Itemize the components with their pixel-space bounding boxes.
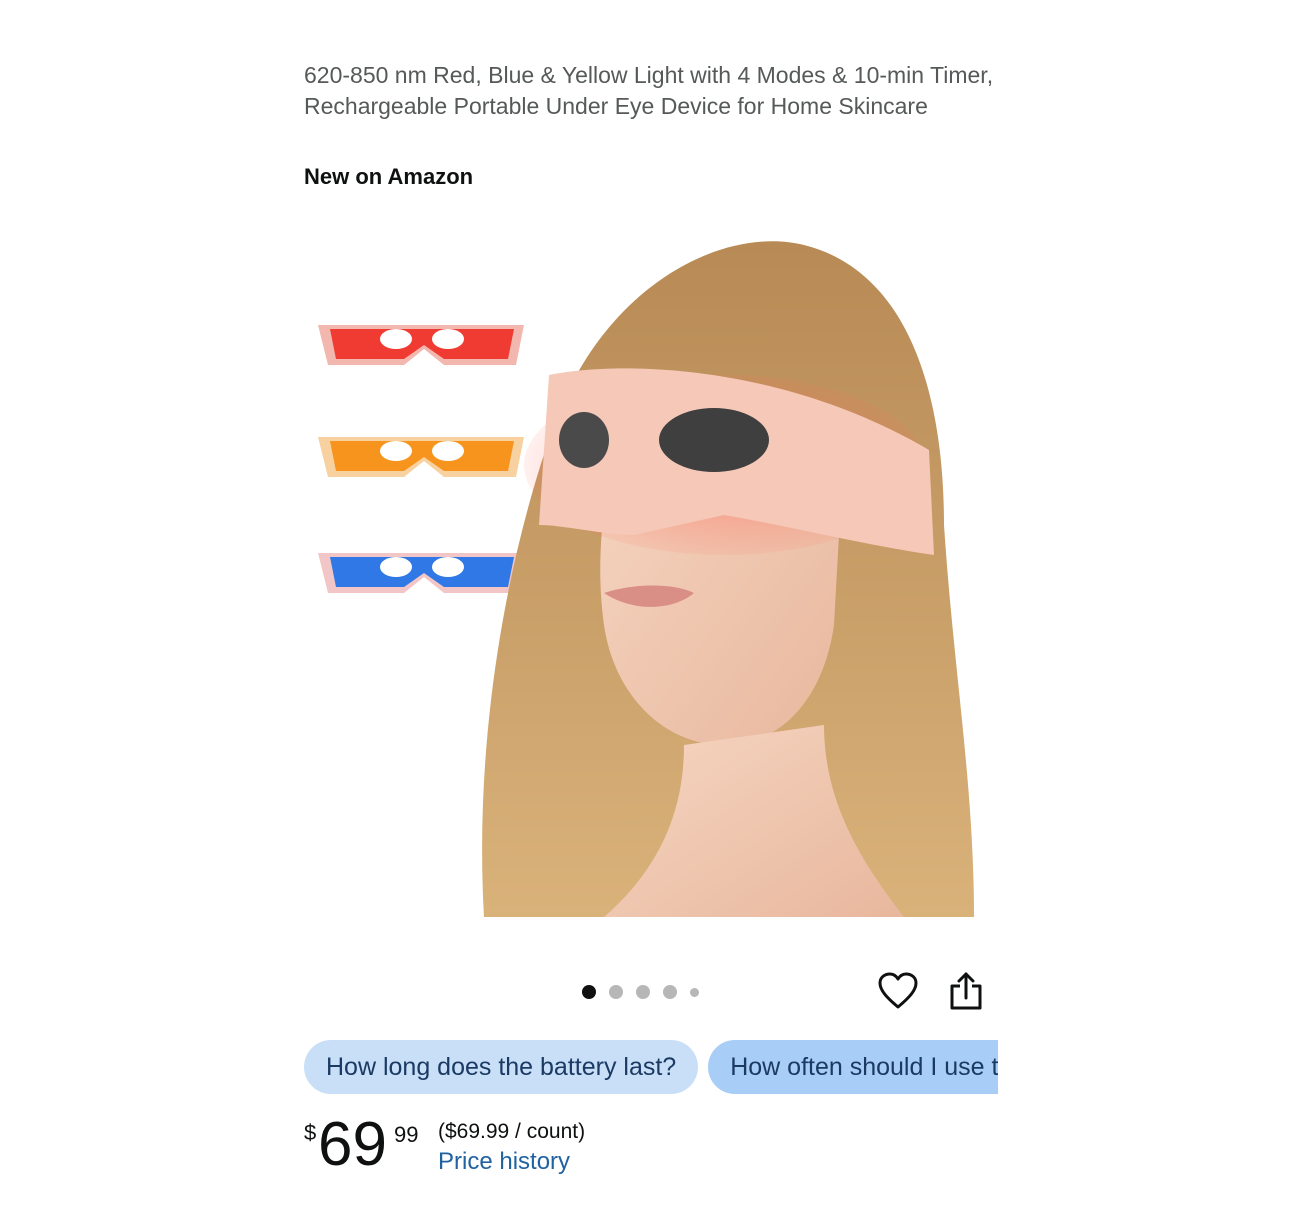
new-on-amazon-badge: New on Amazon — [304, 164, 474, 189]
carousel-dot[interactable] — [609, 985, 623, 999]
carousel-dot[interactable] — [636, 985, 650, 999]
product-title: 620-850 nm Red, Blue & Yellow Light with… — [304, 62, 994, 119]
yellow-light-goggles — [318, 437, 524, 477]
question-chips: How long does the battery last? How often… — [304, 1040, 998, 1096]
price-fraction: 99 — [394, 1122, 419, 1147]
price-currency: $ — [304, 1120, 317, 1145]
carousel-dot[interactable] — [690, 987, 699, 997]
carousel-dots — [582, 984, 699, 1000]
heart-icon[interactable] — [878, 972, 918, 1010]
carousel-dot[interactable] — [663, 985, 677, 999]
red-light-goggles — [318, 325, 524, 365]
carousel-dot[interactable] — [582, 985, 596, 999]
share-icon[interactable] — [948, 971, 984, 1011]
question-chip[interactable]: How long does the battery last? — [304, 1040, 699, 1094]
price-history-link[interactable]: Price history — [438, 1148, 570, 1176]
model-wearing-mask — [482, 241, 974, 917]
unit-price: ($69.99 / count) — [438, 1120, 586, 1143]
price-whole: 69 — [318, 1110, 387, 1179]
question-chip[interactable]: How often should I use this device? — [708, 1040, 998, 1094]
product-image[interactable] — [304, 225, 974, 917]
blue-light-goggles — [318, 553, 524, 593]
